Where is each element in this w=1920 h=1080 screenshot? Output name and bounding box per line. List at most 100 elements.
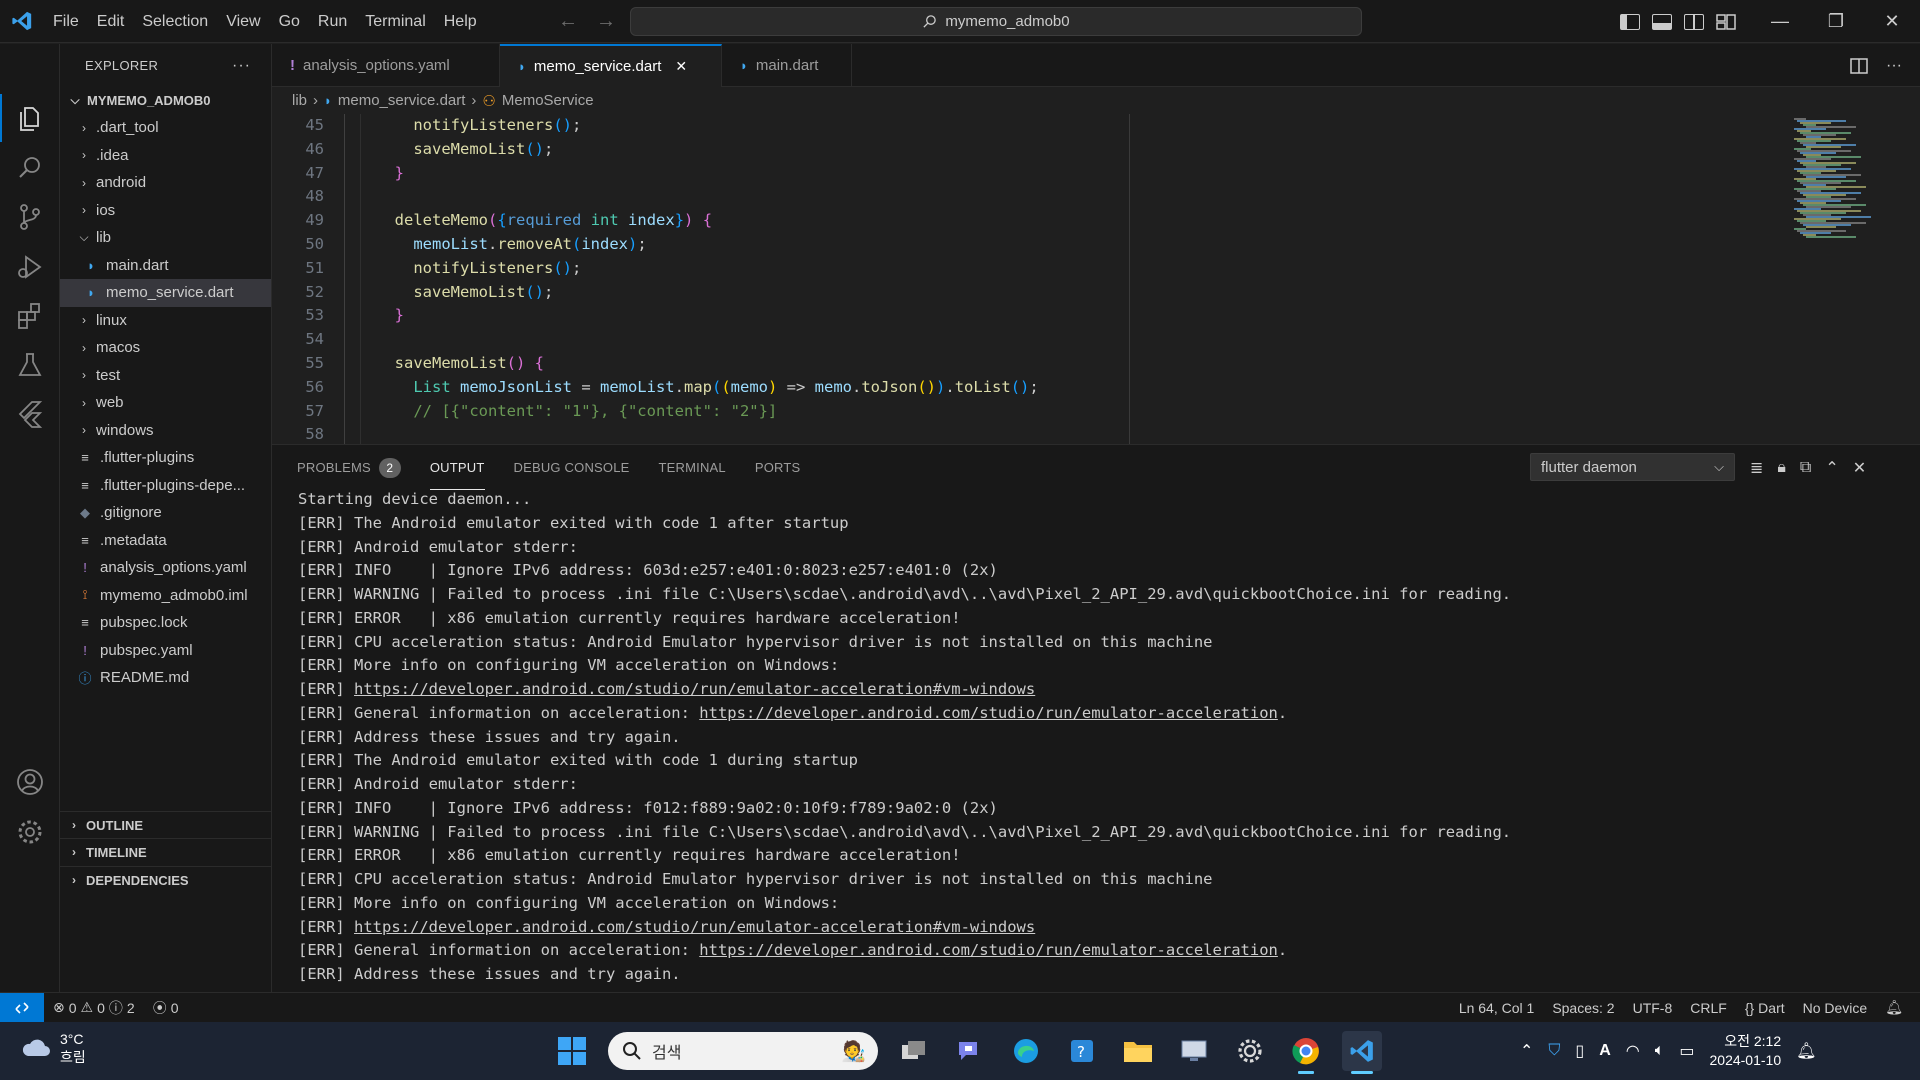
battery-icon[interactable]: ▭ [1679,1041,1694,1061]
project-root-folder[interactable]: ⌵ MYMEMO_ADMOB0 [60,87,271,114]
chrome-browser-icon[interactable] [1286,1031,1326,1074]
menu-run[interactable]: Run [309,0,356,43]
tab-analysis-options[interactable]: ! analysis_options.yaml [272,44,500,87]
indentation[interactable]: Spaces: 2 [1543,1000,1623,1016]
notifications-bell-icon[interactable]: 🔔︎ [1876,999,1912,1016]
chevron-up-icon[interactable]: ⌃ [1520,1041,1533,1061]
volume-icon[interactable]: 🔈︎ [1655,1042,1665,1060]
weather-widget[interactable]: 3°C 흐림 [20,1030,86,1066]
minimize-button[interactable]: — [1752,0,1808,43]
timeline-section[interactable]: › TIMELINE [60,838,272,865]
extensions-icon[interactable] [14,300,46,332]
folder-item[interactable]: › linux [60,307,271,335]
menu-edit[interactable]: Edit [88,0,134,43]
tab-debug-console[interactable]: DEBUG CONSOLE [514,445,630,490]
file-item[interactable]: ≡ .metadata [60,527,271,555]
wifi-icon[interactable]: ◠ [1626,1041,1640,1061]
teams-chat-icon[interactable] [950,1031,990,1071]
folder-item[interactable]: › macos [60,334,271,362]
settings-gear-icon[interactable] [14,816,46,848]
file-item[interactable]: ≡ .flutter-plugins [60,444,271,472]
vscode-taskbar-icon[interactable] [1342,1031,1382,1074]
file-item[interactable]: ≡ .flutter-plugins-depe... [60,472,271,500]
close-tab-icon[interactable]: ✕ [675,58,687,75]
encoding[interactable]: UTF-8 [1624,1000,1682,1016]
language-mode[interactable]: {} Dart [1736,1000,1794,1016]
output-channel-select[interactable]: flutter daemon ⌵ [1530,453,1735,481]
tab-terminal[interactable]: TERMINAL [659,445,726,490]
split-editor-icon[interactable] [1850,57,1868,74]
quick-assist-icon[interactable]: ? [1062,1031,1102,1071]
tab-problems[interactable]: PROBLEMS 2 [297,445,401,490]
file-item[interactable]: ⟟ mymemo_admob0.iml [60,582,271,610]
remote-indicator-icon[interactable] [0,993,44,1022]
file-item[interactable]: ◆ .gitignore [60,499,271,527]
menu-file[interactable]: File [44,0,88,43]
folder-item[interactable]: › ios [60,197,271,225]
restore-button[interactable]: ❐ [1808,0,1864,43]
maximize-panel-icon[interactable]: ⌃ [1825,458,1838,478]
menu-terminal[interactable]: Terminal [356,0,434,43]
file-item[interactable]: ! pubspec.yaml [60,637,271,665]
accounts-icon[interactable] [14,766,46,798]
back-arrow-icon[interactable]: ← [558,10,578,33]
line-ending[interactable]: CRLF [1681,1000,1736,1016]
explorer-files-icon[interactable] [14,102,46,134]
breadcrumb-file[interactable]: memo_service.dart [338,92,466,109]
output-link[interactable]: https://developer.android.com/studio/run… [699,941,1278,959]
output-link[interactable]: https://developer.android.com/studio/run… [354,918,1035,936]
menu-go[interactable]: Go [270,0,309,43]
folder-item[interactable]: › web [60,389,271,417]
file-item[interactable]: ≡ pubspec.lock [60,609,271,637]
ime-mode-icon[interactable]: A [1599,1042,1611,1060]
taskbar-search[interactable]: 검색 🧑‍🎨︎ [608,1032,878,1070]
file-item[interactable]: ⓘ README.md [60,664,271,692]
toggle-panel-icon[interactable] [1652,13,1672,30]
usb-device-icon[interactable]: ▯ [1575,1041,1584,1061]
tab-main-dart[interactable]: ◗ main.dart [722,44,852,87]
menu-view[interactable]: View [217,0,269,43]
outline-section[interactable]: › OUTLINE [60,811,272,838]
file-item[interactable]: ◗ memo_service.dart [60,279,271,307]
folder-item[interactable]: › test [60,362,271,390]
settings-gear-icon[interactable] [1230,1031,1270,1071]
clear-output-icon[interactable]: ≣ [1750,458,1763,478]
edge-browser-icon[interactable] [1006,1031,1046,1071]
file-item[interactable]: ◗ main.dart [60,252,271,280]
run-debug-icon[interactable] [14,251,46,283]
search-icon[interactable] [14,152,46,184]
remote-desktop-icon[interactable] [1174,1031,1214,1071]
lock-scroll-icon[interactable]: 🔒︎ [1777,459,1786,477]
defender-shield-icon[interactable]: ⛉ [1548,1042,1560,1060]
tab-ports[interactable]: PORTS [755,445,801,490]
problems-status[interactable]: ⊗ 0 ⚠ 0 ⓘ 2 [44,998,144,1018]
file-item[interactable]: ! analysis_options.yaml [60,554,271,582]
folder-item[interactable]: › windows [60,417,271,445]
command-center-search[interactable]: mymemo_admob0 [630,7,1362,36]
code-editor[interactable]: 45 notifyListeners(); 46 saveMemoList();… [272,114,1920,444]
menu-selection[interactable]: Selection [133,0,217,43]
source-control-icon[interactable] [14,201,46,233]
customize-layout-icon[interactable] [1716,13,1736,30]
folder-item[interactable]: ⌵ lib [60,224,271,252]
flutter-icon[interactable] [14,398,46,430]
breadcrumb-symbol[interactable]: MemoService [502,92,594,109]
close-panel-icon[interactable]: ✕ [1853,458,1866,478]
more-actions-icon[interactable]: ··· [1886,57,1902,75]
breadcrumb-folder[interactable]: lib [292,92,307,109]
toggle-primary-sidebar-icon[interactable] [1620,13,1640,30]
tab-output[interactable]: OUTPUT [429,445,485,490]
more-actions-icon[interactable]: ··· [232,57,251,75]
windows-start-icon[interactable] [552,1031,592,1071]
folder-item[interactable]: › android [60,169,271,197]
open-in-editor-icon[interactable]: ⧉ [1800,459,1811,477]
minimap[interactable] [1788,114,1918,444]
forward-arrow-icon[interactable]: → [596,10,616,33]
cursor-position[interactable]: Ln 64, Col 1 [1450,1000,1544,1016]
folder-item[interactable]: › .idea [60,142,271,170]
toggle-secondary-sidebar-icon[interactable] [1684,13,1704,30]
testing-flask-icon[interactable] [14,349,46,381]
notification-bell-icon[interactable]: 🔔︎ [1796,1041,1816,1061]
close-window-button[interactable]: ✕ [1864,0,1920,43]
ports-status[interactable]: ⦿ 0 [144,998,188,1018]
